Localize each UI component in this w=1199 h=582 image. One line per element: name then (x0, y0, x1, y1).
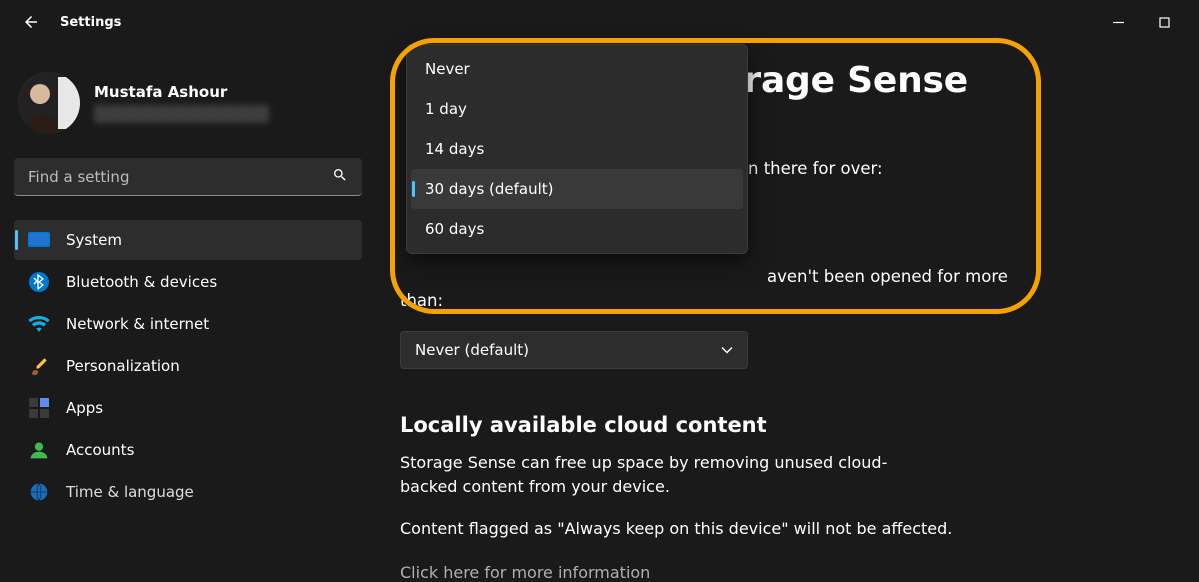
nav-label: System (66, 231, 122, 249)
profile-email-redacted (94, 105, 269, 123)
search-icon (332, 167, 348, 187)
dropdown-option-never[interactable]: Never (411, 49, 743, 89)
minimize-button[interactable] (1095, 8, 1141, 36)
search-container (14, 158, 362, 196)
nav-system[interactable]: System (14, 220, 362, 260)
profile-block[interactable]: Mustafa Ashour (14, 62, 362, 148)
nav-accounts[interactable]: Accounts (14, 430, 362, 470)
nav-label: Apps (66, 399, 103, 417)
person-icon (28, 439, 50, 461)
nav-network[interactable]: Network & internet (14, 304, 362, 344)
bluetooth-icon (28, 271, 50, 293)
maximize-button[interactable] (1141, 8, 1187, 36)
nav-personalization[interactable]: Personalization (14, 346, 362, 386)
nav-label: Accounts (66, 441, 134, 459)
sidebar: Mustafa Ashour System Bluetooth & device… (14, 62, 362, 512)
dropdown-option-1day[interactable]: 1 day (411, 89, 743, 129)
nav-label: Personalization (66, 357, 180, 375)
cloud-section-heading: Locally available cloud content (400, 413, 1040, 437)
nav-list: System Bluetooth & devices Network & int… (14, 220, 362, 512)
system-icon (28, 229, 50, 251)
dropdown-option-30days[interactable]: 30 days (default) (411, 169, 743, 209)
arrow-left-icon (22, 13, 40, 31)
profile-name: Mustafa Ashour (94, 83, 269, 101)
recycle-dropdown-popup: Never 1 day 14 days 30 days (default) 60… (406, 44, 748, 254)
downloads-text: Delete files in my Downloads folder if t… (400, 265, 1040, 313)
brush-icon (28, 355, 50, 377)
avatar (18, 72, 80, 134)
downloads-select[interactable]: Never (default) (400, 331, 748, 369)
nav-bluetooth[interactable]: Bluetooth & devices (14, 262, 362, 302)
globe-icon (28, 481, 50, 503)
dropdown-option-60days[interactable]: 60 days (411, 209, 743, 249)
back-button[interactable] (16, 7, 46, 37)
dropdown-option-14days[interactable]: 14 days (411, 129, 743, 169)
nav-apps[interactable]: Apps (14, 388, 362, 428)
titlebar: Settings (0, 0, 1199, 44)
nav-label: Time & language (66, 483, 194, 501)
more-info-link[interactable]: Click here for more information (400, 563, 1040, 582)
nav-label: Network & internet (66, 315, 209, 333)
window-controls (1095, 8, 1187, 36)
chevron-down-icon (721, 344, 733, 356)
cloud-section-body-2: Content flagged as "Always keep on this … (400, 517, 1040, 541)
search-input[interactable] (14, 158, 362, 196)
cloud-section-body-1: Storage Sense can free up space by remov… (400, 451, 940, 499)
wifi-icon (28, 313, 50, 335)
app-title: Settings (60, 15, 121, 30)
apps-icon (28, 397, 50, 419)
nav-time-language[interactable]: Time & language (14, 472, 362, 512)
select-value: Never (default) (415, 341, 529, 359)
nav-label: Bluetooth & devices (66, 273, 217, 291)
